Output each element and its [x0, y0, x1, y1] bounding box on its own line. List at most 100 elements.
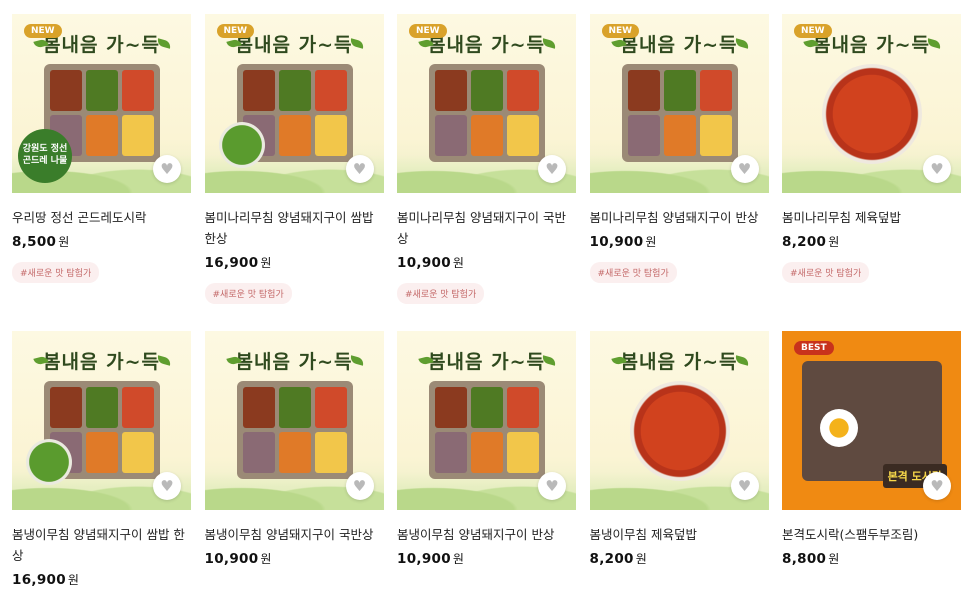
product-name[interactable]: 봄미나리무침 양념돼지구이 반상	[590, 207, 769, 228]
tray-compartment	[663, 70, 696, 111]
product-name[interactable]: 봄미나리무침 제육덮밥	[782, 207, 961, 228]
price-value: 10,900	[397, 551, 451, 567]
rice-bowl	[822, 64, 922, 164]
heart-icon[interactable]: ♥	[730, 155, 759, 183]
tray-compartment	[278, 70, 311, 111]
tray-compartment	[507, 432, 539, 473]
product-row-1: 봄내음 가~득 강원도 정선 곤드레 나물 NEW ♥ 우리땅 정선 곤드레도시락 8,5…	[12, 14, 961, 304]
tray-compartment	[314, 115, 347, 156]
product-price: 8,500 원	[12, 233, 191, 250]
product-tag[interactable]: #새로운 맛 탐험가	[12, 262, 100, 283]
product-card[interactable]: 봄내음 가~득 ♥ 봄냉이무침 양념돼지구이 국반상 10,900 원	[204, 331, 384, 588]
greens-bowl	[26, 439, 72, 485]
product-card[interactable]: 봄내음 가~득 NEW ♥ 봄미나리무침 양념돼지구이 국반상 10,900 원 #새로운 …	[397, 14, 576, 304]
product-image[interactable]: 본격 도시락 BEST ♥	[782, 331, 961, 510]
product-name[interactable]: 봄냉이무침 양념돼지구이 국반상	[205, 524, 384, 545]
heart-icon[interactable]: ♥	[345, 472, 374, 500]
greens-bowl	[218, 122, 265, 168]
bento-tray	[429, 381, 545, 479]
tray-compartment	[314, 70, 347, 111]
tray-compartment	[471, 70, 503, 111]
product-image[interactable]: 봄내음 가~득 ♥	[204, 331, 384, 510]
tray-compartment	[122, 70, 154, 111]
product-card[interactable]: 봄내음 가~득 NEW ♥ 봄미나리무침 제육덮밥 8,200 원 #새로운 맛 탐험가	[782, 14, 961, 304]
tray-compartment	[86, 432, 118, 473]
tray-compartment	[86, 387, 118, 428]
product-price: 8,200 원	[590, 550, 769, 567]
product-price: 16,900 원	[205, 254, 384, 271]
tray-compartment	[278, 432, 311, 473]
currency-unit: 원	[260, 256, 272, 270]
tray-compartment	[242, 432, 275, 473]
product-image[interactable]: 봄내음 가~득 NEW ♥	[589, 14, 769, 193]
product-price: 16,900 원	[12, 571, 191, 588]
product-image[interactable]: 봄내음 가~득 NEW ♥	[782, 14, 961, 193]
product-name[interactable]: 본격도시락(스팸두부조림)	[782, 524, 961, 545]
product-card[interactable]: 봄내음 가~득 ♥ 봄냉이무침 양념돼지구이 반상 10,900 원	[397, 331, 576, 588]
product-badge: BEST	[794, 341, 834, 355]
tray-compartment	[507, 387, 539, 428]
price-value: 10,900	[397, 255, 451, 271]
product-badge: NEW	[794, 24, 832, 38]
tray-compartment	[507, 115, 539, 156]
heart-icon[interactable]: ♥	[923, 155, 951, 183]
product-tag[interactable]: #새로운 맛 탐험가	[589, 262, 677, 283]
product-name[interactable]: 봄미나리무침 양념돼지구이 국반상	[397, 207, 576, 249]
product-tag[interactable]: #새로운 맛 탐험가	[204, 283, 292, 304]
product-price: 10,900 원	[590, 233, 769, 250]
tray-compartment	[435, 432, 467, 473]
heart-icon[interactable]: ♥	[153, 472, 181, 500]
product-tag[interactable]: #새로운 맛 탐험가	[782, 262, 870, 283]
product-image[interactable]: 봄내음 가~득 ♥	[589, 331, 769, 510]
heart-icon[interactable]: ♥	[153, 155, 181, 183]
heart-icon[interactable]: ♥	[730, 472, 759, 500]
tray-compartment	[122, 432, 154, 473]
tray-compartment	[278, 387, 311, 428]
currency-unit: 원	[828, 235, 840, 249]
product-card[interactable]: 봄내음 가~득 강원도 정선 곤드레 나물 NEW ♥ 우리땅 정선 곤드레도시락 8,5…	[12, 14, 191, 304]
currency-unit: 원	[260, 552, 272, 566]
product-name[interactable]: 봄냉이무침 양념돼지구이 반상	[397, 524, 576, 545]
currency-unit: 원	[58, 235, 70, 249]
tray-compartment	[50, 70, 82, 111]
tray-compartment	[435, 70, 467, 111]
heart-icon[interactable]: ♥	[538, 472, 566, 500]
product-image[interactable]: 봄내음 가~득 NEW ♥	[204, 14, 384, 193]
product-card[interactable]: 봄내음 가~득 ♥ 봄냉이무침 제육덮밥 8,200 원	[589, 331, 769, 588]
product-image[interactable]: 봄내음 가~득 강원도 정선 곤드레 나물 NEW ♥	[12, 14, 191, 193]
tray-compartment	[471, 387, 503, 428]
product-price: 8,800 원	[782, 550, 961, 567]
product-badge: NEW	[24, 24, 62, 38]
tray-compartment	[314, 387, 347, 428]
product-image[interactable]: 봄내음 가~득 ♥	[12, 331, 191, 510]
product-name[interactable]: 봄미나리무침 양념돼지구이 쌈밥 한상	[205, 207, 384, 249]
tray-compartment	[122, 387, 154, 428]
product-name[interactable]: 봄냉이무침 양념돼지구이 쌈밥 한상	[12, 524, 191, 566]
price-value: 16,900	[204, 255, 259, 271]
product-price: 8,200 원	[782, 233, 961, 250]
tray-compartment	[435, 387, 467, 428]
product-name[interactable]: 우리땅 정선 곤드레도시락	[12, 207, 191, 228]
heart-icon[interactable]: ♥	[923, 472, 951, 500]
product-badge: NEW	[216, 24, 255, 38]
product-card[interactable]: 봄내음 가~득 NEW ♥ 봄미나리무침 양념돼지구이 반상 10,900 원 #새로운 맛…	[589, 14, 769, 304]
tray-compartment	[699, 115, 732, 156]
product-image[interactable]: 봄내음 가~득 ♥	[397, 331, 576, 510]
product-tag[interactable]: #새로운 맛 탐험가	[397, 283, 485, 304]
product-name[interactable]: 봄냉이무침 제육덮밥	[590, 524, 769, 545]
product-badge: NEW	[601, 24, 640, 38]
product-card[interactable]: 본격 도시락 BEST ♥ 본격도시락(스팸두부조림) 8,800 원	[782, 331, 961, 588]
product-price: 10,900 원	[397, 254, 576, 271]
fried-egg	[820, 409, 858, 447]
currency-unit: 원	[635, 552, 648, 566]
product-card[interactable]: 봄내음 가~득 ♥ 봄냉이무침 양념돼지구이 쌈밥 한상 16,900 원	[12, 331, 191, 588]
heart-icon[interactable]: ♥	[538, 155, 566, 183]
tray-compartment	[278, 115, 311, 156]
heart-icon[interactable]: ♥	[345, 155, 374, 183]
product-image[interactable]: 봄내음 가~득 NEW ♥	[397, 14, 576, 193]
tray-compartment	[471, 432, 503, 473]
currency-unit: 원	[828, 552, 840, 566]
product-card[interactable]: 봄내음 가~득 NEW ♥ 봄미나리무침 양념돼지구이 쌈밥 한상 16,900 원 #새로…	[204, 14, 384, 304]
tray-compartment	[435, 115, 467, 156]
tray-compartment	[86, 70, 118, 111]
